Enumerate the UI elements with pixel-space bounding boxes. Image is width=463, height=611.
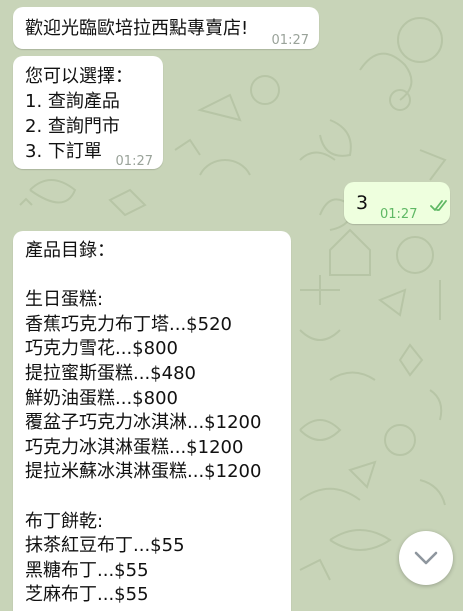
message-bubble-outgoing[interactable]: 3 01:27 — [344, 182, 450, 224]
message-time: 01:27 — [271, 33, 309, 48]
message-time: 01:27 — [380, 207, 418, 222]
message-text: 歡迎光臨歐培拉西點專賣店! — [25, 18, 249, 39]
message-bubble-welcome[interactable]: 歡迎光臨歐培拉西點專賣店! 01:27 — [13, 7, 319, 49]
chevron-down-icon — [414, 551, 438, 565]
message-bubble-catalog[interactable]: 產品目錄： 生日蛋糕: 香蕉巧克力布丁塔...$520 巧克力雪花...$800… — [13, 231, 291, 611]
message-text: 產品目錄： 生日蛋糕: 香蕉巧克力布丁塔...$520 巧克力雪花...$800… — [25, 240, 262, 606]
message-text: 3 — [356, 192, 369, 214]
double-check-icon — [430, 200, 447, 211]
message-bubble-menu[interactable]: 您可以選擇： 1. 查詢產品 2. 查詢門市 3. 下訂單 01:27 — [13, 56, 163, 169]
message-time: 01:27 — [115, 154, 153, 169]
scroll-to-bottom-button[interactable] — [399, 531, 453, 585]
